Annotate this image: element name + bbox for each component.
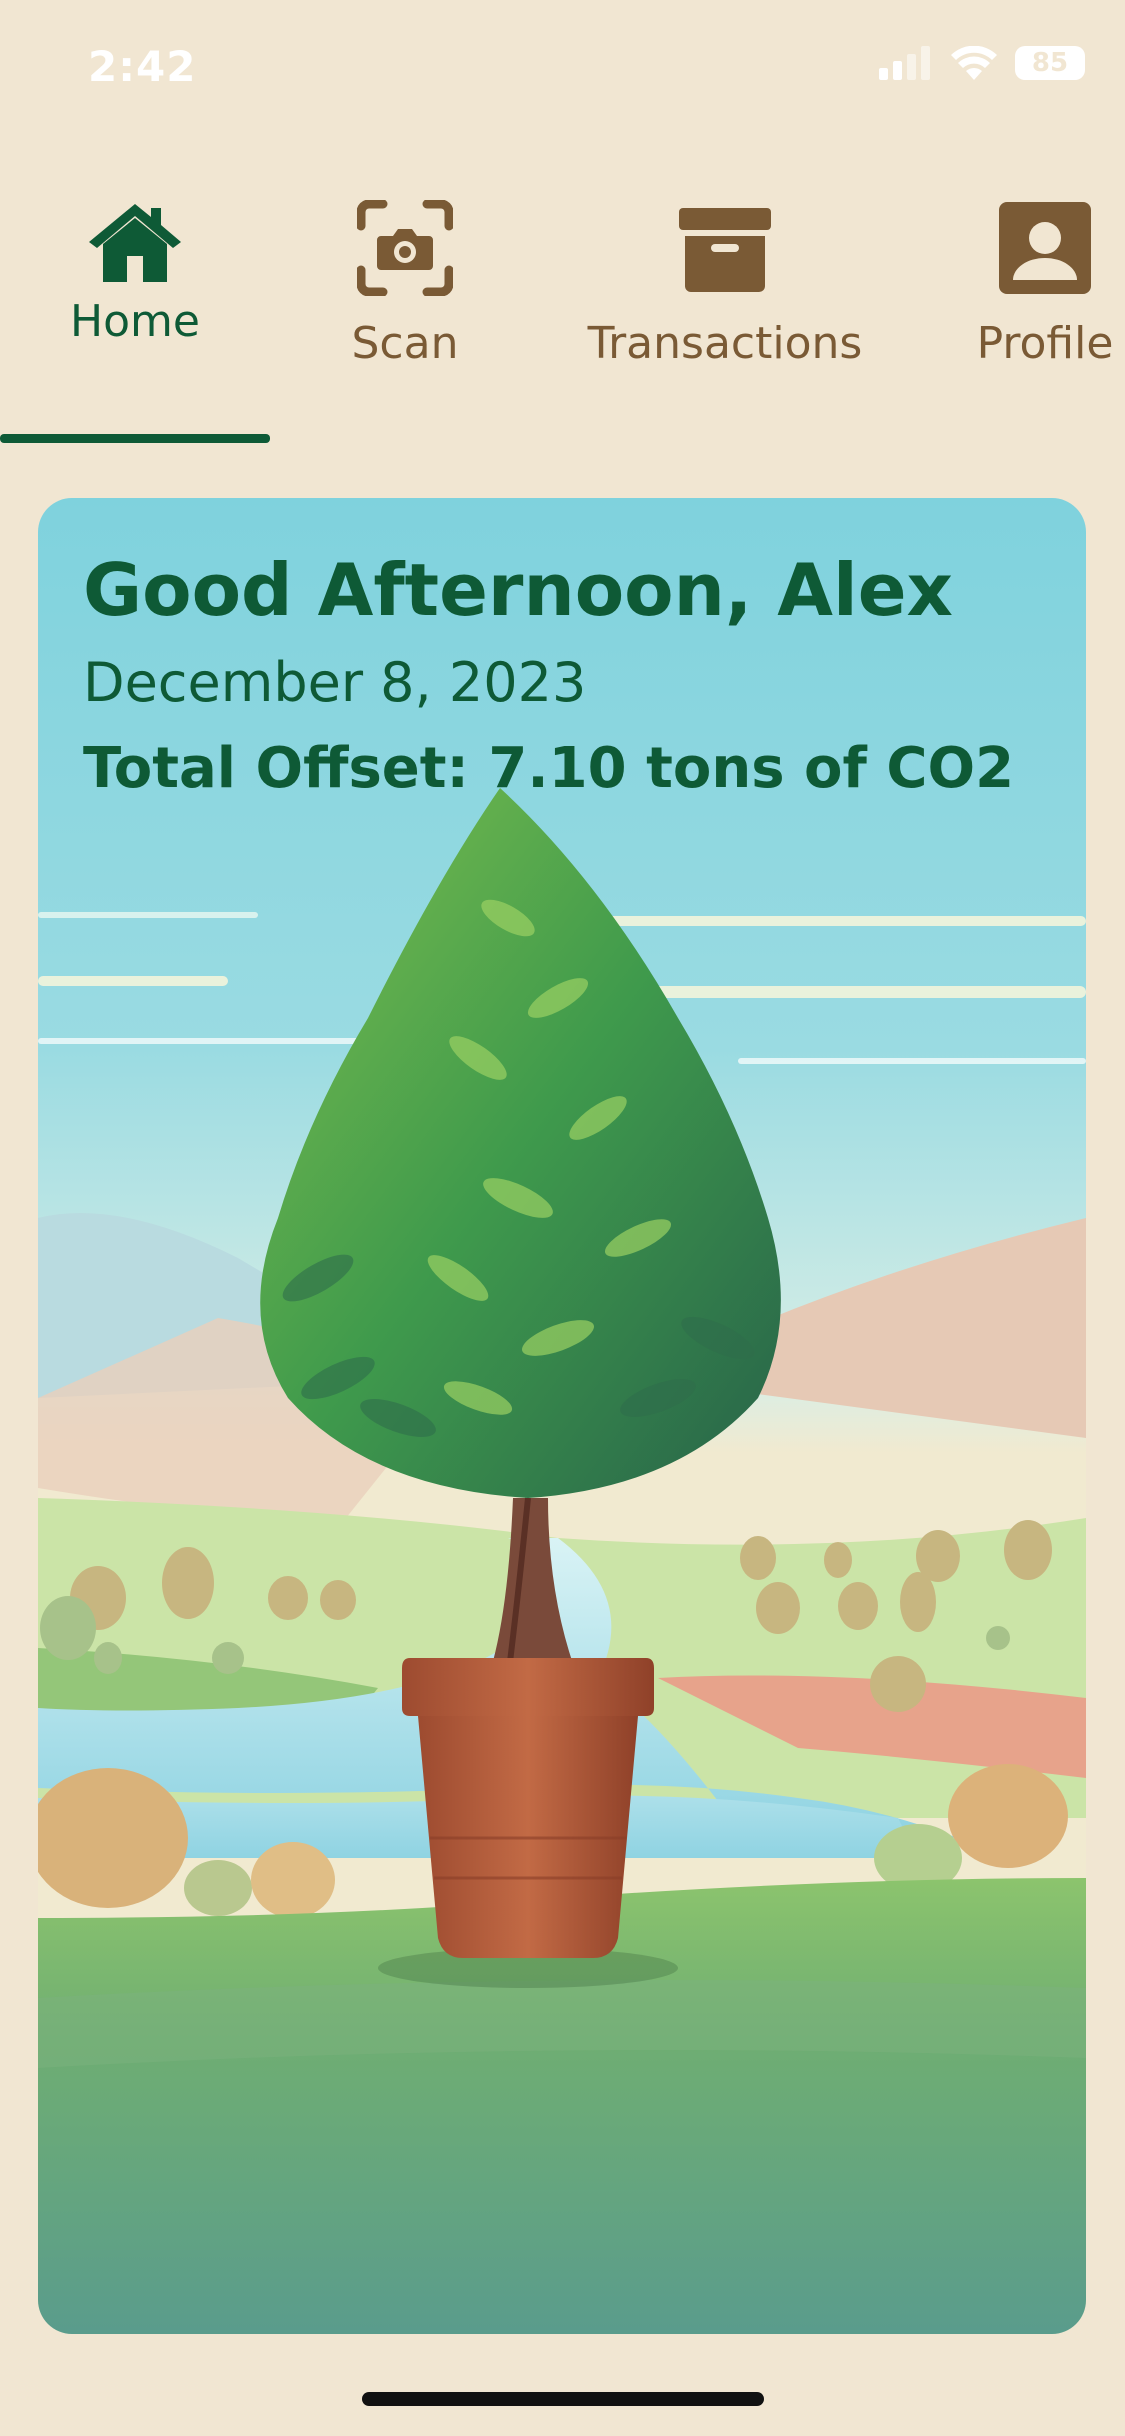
user-profile-icon (999, 202, 1091, 294)
tab-profile-label: Profile (976, 318, 1114, 369)
total-offset-text: Total Offset: 7.10 tons of CO2 (83, 735, 1015, 801)
tab-home-label: Home (70, 296, 200, 347)
date-text: December 8, 2023 (83, 650, 587, 714)
card-header: Good Afternoon, Alex December 8, 2023 To… (83, 548, 1046, 801)
battery-icon: 85 (1015, 46, 1085, 80)
tab-profile[interactable]: Profile (960, 200, 1125, 369)
home-icon (89, 204, 181, 282)
signal-icon (879, 46, 930, 80)
status-icons: 85 (879, 46, 1085, 80)
archive-box-icon (679, 208, 771, 292)
tab-scan-label: Scan (351, 318, 459, 369)
wifi-icon (951, 46, 997, 80)
tab-transactions-label: Transactions (587, 318, 863, 369)
active-tab-indicator (0, 434, 270, 443)
tab-home[interactable]: Home (0, 200, 270, 347)
status-time: 2:42 (88, 42, 197, 91)
tab-scan[interactable]: Scan (310, 200, 500, 369)
camera-scan-icon (357, 200, 453, 296)
home-card: Good Afternoon, Alex December 8, 2023 To… (38, 498, 1086, 2334)
top-nav: Home Scan Transactions Profile (0, 200, 1125, 450)
greeting-text: Good Afternoon, Alex (83, 548, 953, 632)
home-indicator[interactable] (362, 2392, 764, 2406)
tab-transactions[interactable]: Transactions (585, 200, 865, 369)
